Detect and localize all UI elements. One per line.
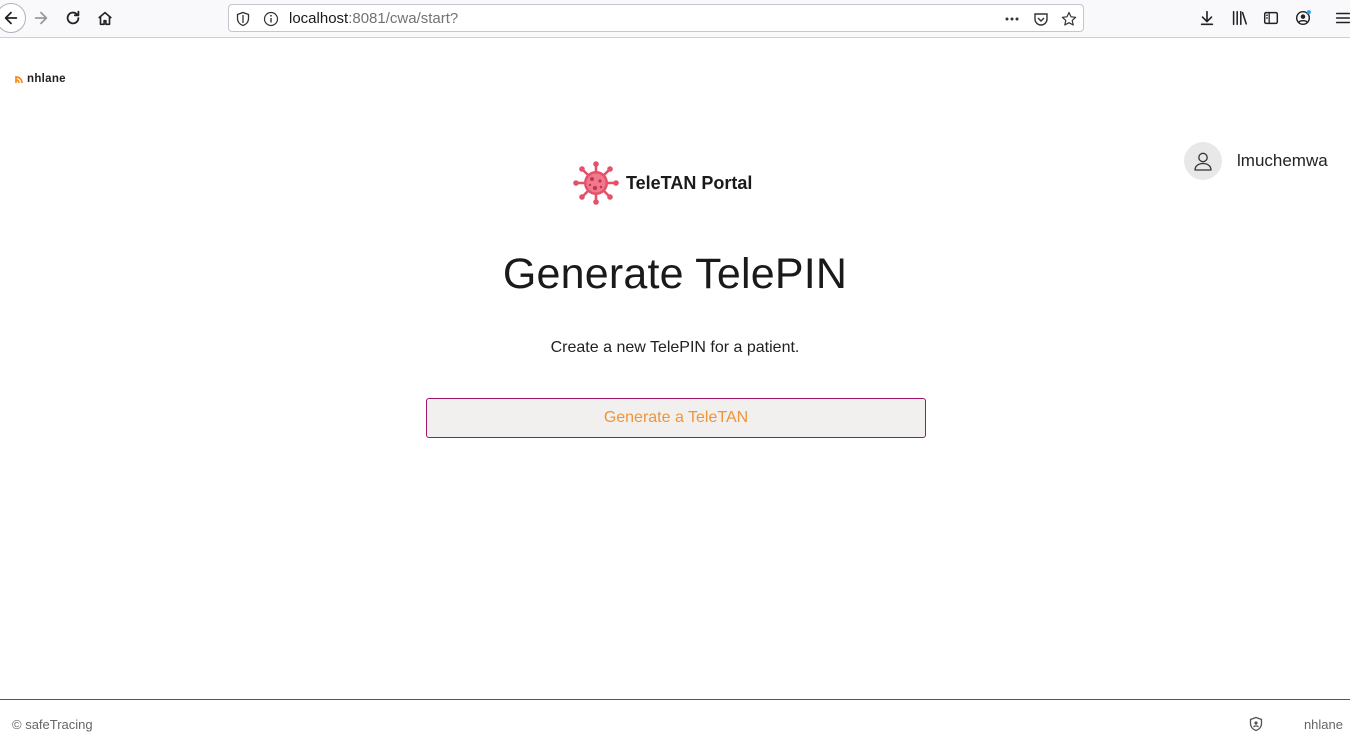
info-icon[interactable] bbox=[262, 10, 280, 28]
pocket-icon[interactable] bbox=[1032, 10, 1050, 28]
home-icon bbox=[98, 11, 112, 26]
menu-icon bbox=[1335, 12, 1350, 24]
virus-icon bbox=[573, 161, 619, 205]
page-title: Generate TelePIN bbox=[502, 250, 848, 298]
home-button[interactable] bbox=[93, 6, 117, 30]
library-icon bbox=[1232, 10, 1247, 26]
account-icon bbox=[1295, 10, 1311, 26]
reload-icon bbox=[66, 10, 80, 25]
footer-brand: nhlane bbox=[1303, 717, 1343, 732]
download-icon bbox=[1200, 10, 1214, 26]
star-icon[interactable] bbox=[1060, 10, 1078, 28]
forward-icon bbox=[34, 11, 48, 25]
generate-teletan-button[interactable]: Generate a TeleTAN bbox=[426, 398, 926, 438]
page-description: Create a new TelePIN for a patient. bbox=[550, 339, 800, 356]
downloads-button[interactable] bbox=[1195, 6, 1219, 30]
user-menu[interactable]: lmuchemwa bbox=[1184, 142, 1328, 180]
avatar[interactable] bbox=[1184, 142, 1222, 180]
back-icon bbox=[4, 11, 18, 25]
brand-logo[interactable]: nhlane bbox=[15, 73, 66, 85]
footer-copyright: © safeTracing bbox=[12, 717, 93, 732]
reload-button[interactable] bbox=[61, 6, 85, 30]
browser-toolbar: localhost:8081/cwa/start? bbox=[0, 0, 1350, 38]
url-text[interactable]: localhost:8081/cwa/start? bbox=[289, 10, 458, 27]
menu-button[interactable] bbox=[1331, 6, 1350, 30]
brand-logo-text: nhlane bbox=[27, 73, 66, 85]
url-bar[interactable]: localhost:8081/cwa/start? bbox=[228, 4, 1084, 32]
library-button[interactable] bbox=[1227, 6, 1251, 30]
footer: © safeTracing nhlane bbox=[0, 699, 1350, 744]
forward-button[interactable] bbox=[29, 6, 53, 30]
privacy-shield-icon[interactable] bbox=[1248, 716, 1264, 732]
account-button[interactable] bbox=[1291, 6, 1315, 30]
back-button[interactable] bbox=[0, 3, 26, 33]
portal-title: TeleTAN Portal bbox=[626, 172, 753, 193]
more-icon[interactable] bbox=[1003, 10, 1021, 28]
logo-mark-icon bbox=[15, 75, 23, 83]
portal-header: TeleTAN Portal bbox=[568, 160, 752, 206]
sidebar-icon bbox=[1263, 11, 1279, 25]
shield-icon[interactable] bbox=[234, 10, 252, 28]
user-icon bbox=[1194, 152, 1212, 171]
sidebar-button[interactable] bbox=[1259, 6, 1283, 30]
username[interactable]: lmuchemwa bbox=[1237, 151, 1328, 171]
